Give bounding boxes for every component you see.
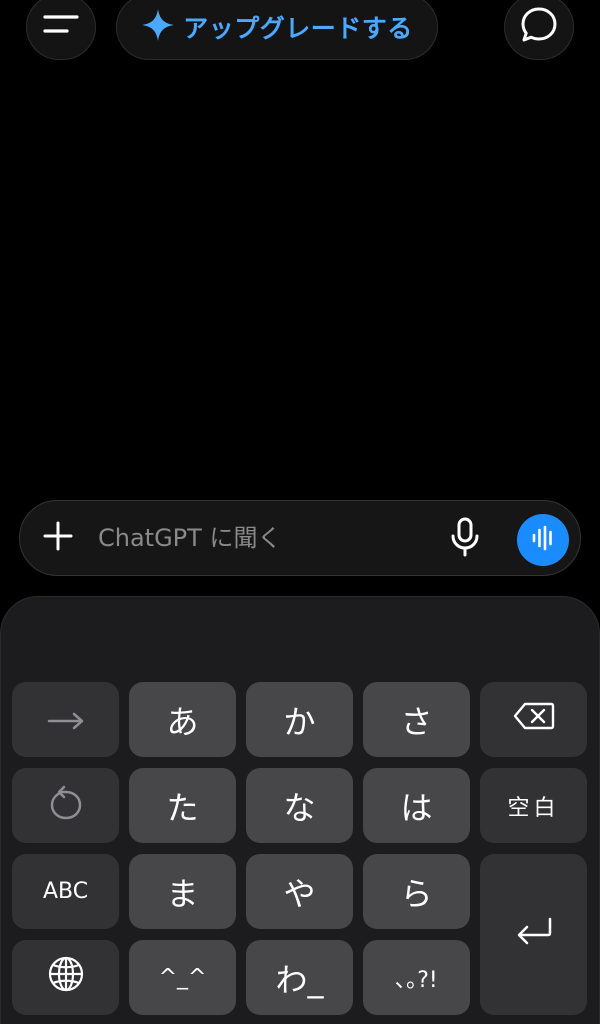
arrow-right-icon	[46, 701, 86, 739]
return-key[interactable]	[480, 854, 587, 1015]
globe-icon	[47, 955, 85, 1001]
key-ka[interactable]: か	[246, 682, 353, 757]
chat-bubble-icon	[519, 5, 559, 49]
menu-icon	[43, 12, 79, 42]
undo-key[interactable]	[12, 768, 119, 843]
key-sa[interactable]: さ	[363, 682, 470, 757]
key-wa[interactable]: わ_	[246, 940, 353, 1015]
emoticon-key[interactable]: ^_^	[129, 940, 236, 1015]
sparkle-icon	[141, 8, 175, 46]
key-ma[interactable]: ま	[129, 854, 236, 929]
voice-waveform-icon	[529, 524, 557, 556]
prompt-input[interactable]	[98, 519, 428, 557]
globe-key[interactable]	[12, 940, 119, 1015]
return-icon	[514, 915, 554, 955]
key-ta[interactable]: た	[129, 768, 236, 843]
key-ya[interactable]: や	[246, 854, 353, 929]
punctuation-key[interactable]: ､｡?!	[363, 940, 470, 1015]
cursor-right-key[interactable]	[12, 682, 119, 757]
menu-button[interactable]	[26, 0, 96, 60]
key-ra[interactable]: ら	[363, 854, 470, 929]
upgrade-button[interactable]: アップグレードする	[116, 0, 438, 60]
composer	[19, 500, 581, 576]
key-ha[interactable]: は	[363, 768, 470, 843]
add-attachment-button[interactable]	[38, 518, 78, 558]
plus-icon	[42, 520, 74, 556]
backspace-key[interactable]	[480, 682, 587, 757]
new-chat-button[interactable]	[504, 0, 574, 60]
microphone-icon	[450, 517, 480, 561]
key-na[interactable]: な	[246, 768, 353, 843]
chat-screen: アップグレードする ChatGPT に聞く あ か さ た な は 空白 ABC…	[0, 0, 600, 1024]
voice-mode-button[interactable]	[517, 514, 569, 566]
microphone-button[interactable]	[445, 517, 485, 561]
upgrade-label: アップグレードする	[183, 14, 413, 43]
space-key[interactable]: 空白	[480, 768, 587, 843]
undo-icon	[49, 784, 83, 828]
abc-mode-key[interactable]: ABC	[12, 854, 119, 929]
backspace-icon	[513, 701, 555, 739]
key-a[interactable]: あ	[129, 682, 236, 757]
